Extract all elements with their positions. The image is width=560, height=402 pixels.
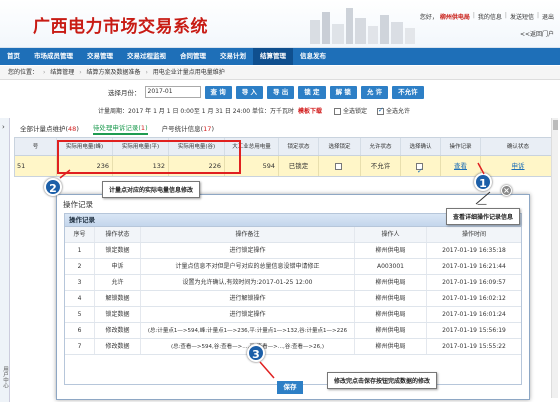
- expand-arrow-icon[interactable]: ›: [2, 123, 5, 131]
- step-3-callout: 修改完点击保存按钮完成数据的修改: [327, 372, 438, 389]
- check-all-lock-checkbox[interactable]: [334, 108, 342, 115]
- nav-plan[interactable]: 交易计划: [213, 48, 253, 65]
- send-sms-link[interactable]: 发送短信: [510, 12, 534, 21]
- month-label: 选择月份：: [108, 89, 141, 97]
- template-download-link[interactable]: 模板下载: [298, 106, 322, 115]
- user-greeting: 您好，: [419, 14, 438, 21]
- record-row: 1 锁定数据 进行锁定操作 柳州供电局 2017-01-19 16:35:18: [65, 243, 521, 259]
- import-button[interactable]: 导 入: [235, 85, 264, 99]
- query-button[interactable]: 查 询: [204, 85, 232, 99]
- nav-trading[interactable]: 交易管理: [80, 48, 120, 65]
- unlock-button[interactable]: 解 锁: [329, 85, 357, 99]
- nav-contracts[interactable]: 合同管理: [173, 48, 213, 65]
- record-row: 6 修改数据 (总:计量点1—>594,峰:计量点1—>236,平:计量点1—>…: [65, 323, 521, 339]
- check-all-allow-checkbox[interactable]: [377, 106, 385, 115]
- step-2-badge: 2: [44, 178, 62, 196]
- lock-button[interactable]: 锁 定: [298, 85, 326, 99]
- app-title: 广西电力市场交易系统: [33, 17, 208, 37]
- breadcrumb: 您的位置： › 结算管理 › 结算方案及数据准备 › 用电企业计量点用电量维护: [0, 66, 560, 80]
- breadcrumb-item: 用电企业计量点用电量维护: [152, 69, 225, 76]
- check-all-lock-label: 全选锁定: [343, 108, 368, 115]
- save-button[interactable]: 保存: [277, 381, 303, 394]
- main-nav: 首页 市场成员管理 交易管理 交易过程监视 合同管理 交易计划 结算管理 信息发…: [0, 48, 560, 65]
- app-header: 广西电力市场交易系统 您好， 柳州供电局 | 我的信息 | 发送短信 | 退出 …: [0, 0, 560, 48]
- city-skyline-icon: [310, 8, 415, 44]
- breadcrumb-item[interactable]: 结算方案及数据准备: [87, 69, 141, 76]
- left-collapse-strip[interactable]: › 用户中心: [0, 118, 10, 402]
- allow-button[interactable]: 允 许: [360, 85, 389, 99]
- scroll-thumb[interactable]: [553, 120, 558, 130]
- tab-account-stats[interactable]: 户号统计信息(17): [162, 123, 214, 133]
- nav-members[interactable]: 市场成员管理: [27, 48, 80, 65]
- disallow-button[interactable]: 不允许: [392, 85, 424, 99]
- allow-status-cell: 不允许: [361, 156, 401, 176]
- nav-settlement[interactable]: 结算管理: [253, 48, 293, 65]
- step-1-callout: 查看详细操作记录信息: [446, 208, 521, 225]
- step-1-badge: 1: [474, 173, 492, 191]
- user-center-label: 用户中心: [2, 366, 8, 388]
- record-row: 5 锁定数据 进行锁定操作 柳州供电局 2017-01-19 16:01:24: [65, 307, 521, 323]
- return-portal-link[interactable]: <<返回门户: [520, 29, 554, 38]
- nav-monitor[interactable]: 交易过程监视: [120, 48, 173, 65]
- appeal-link[interactable]: 申诉: [512, 162, 525, 170]
- nav-home[interactable]: 首页: [0, 48, 27, 65]
- nav-info[interactable]: 信息发布: [293, 48, 333, 65]
- check-all-allow-label: 全选允许: [386, 108, 411, 115]
- vertical-scrollbar[interactable]: [551, 118, 558, 398]
- record-row: 2 申诉 计量点信息不对但是户号对应的总量信息没错申请修正 A003001 20…: [65, 259, 521, 275]
- edit-highlight-box: [57, 140, 241, 174]
- tab-all-points[interactable]: 全部计量点维护(48): [20, 123, 79, 133]
- record-header: 序号 操作状态 操作备注 操作人 操作时间: [65, 227, 521, 243]
- dialog-title: 操作记录: [63, 200, 93, 209]
- my-info-link[interactable]: 我的信息: [478, 12, 502, 21]
- record-row: 3 允许 设置为允许确认,有效时间为:2017-01-25 12:00 柳州供电…: [65, 275, 521, 291]
- record-panel: 操作记录 序号 操作状态 操作备注 操作人 操作时间 1 锁定数据 进行锁定操作…: [64, 213, 522, 385]
- record-row: 4 解锁数据 进行解锁操作 柳州供电局 2017-01-19 16:02:12: [65, 291, 521, 307]
- view-record-link[interactable]: 查看: [454, 162, 467, 170]
- step-2-callout: 计量点对应的实际电量信息修改: [102, 181, 201, 198]
- tabs: 全部计量点维护(48) 待处理申诉记录(1) 户号统计信息(17): [20, 121, 214, 135]
- tab-pending-appeals[interactable]: 待处理申诉记录(1): [92, 122, 148, 135]
- user-links: 您好， 柳州供电局 | 我的信息 | 发送短信 | 退出: [419, 12, 554, 21]
- logout-link[interactable]: 退出: [542, 12, 554, 21]
- record-row: 7 修改数据 (总:查看—>594,谷:查看—>...,平:查看—>...,谷:…: [65, 339, 521, 355]
- period-text: 计量周期：2017 年 1 月 1 日 0:00至 1 月 31 日 24:00…: [98, 108, 295, 115]
- user-name: 柳州供电局: [439, 14, 470, 21]
- select-confirm-checkbox[interactable]: [416, 161, 423, 182]
- breadcrumb-item[interactable]: 结算管理: [50, 69, 74, 76]
- export-button[interactable]: 导 出: [267, 85, 295, 99]
- month-input[interactable]: 2017-01: [144, 86, 201, 98]
- toolbar: 选择月份： 2017-01 查 询 导 入 导 出 锁 定 解 锁 允 许 不允…: [108, 84, 424, 100]
- step-3-badge: 3: [247, 344, 265, 362]
- lock-status-cell: 已锁定: [279, 156, 319, 176]
- close-icon[interactable]: ×: [501, 185, 512, 196]
- period-row: 计量周期：2017 年 1 月 1 日 0:00至 1 月 31 日 24:00…: [98, 106, 410, 115]
- select-lock-checkbox[interactable]: [335, 162, 342, 170]
